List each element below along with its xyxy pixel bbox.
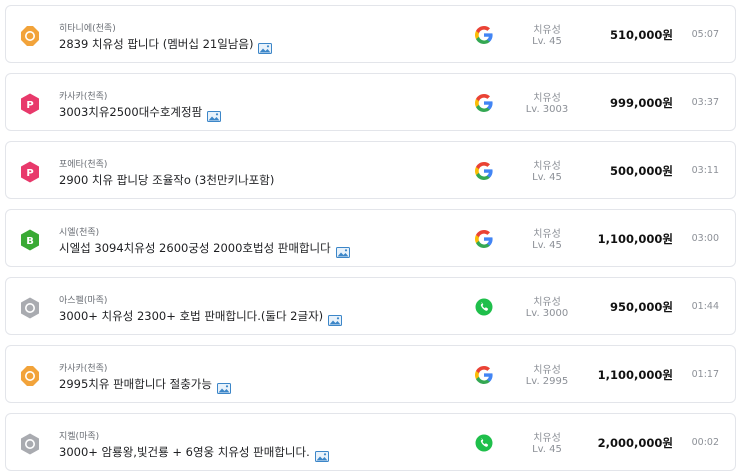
gray-hexagon-badge-icon xyxy=(20,297,40,319)
listing-title-row: 2900 치유 팝니당 조율작o (3천만키나포함) xyxy=(59,172,274,188)
listing-price: 2,000,000원 xyxy=(597,436,673,450)
character-job: 치유성 xyxy=(533,161,561,172)
character-job: 치유성 xyxy=(533,433,561,444)
character-job: 치유성 xyxy=(533,297,561,308)
listing-title[interactable]: 3000+ 치유성 2300+ 호법 판매합니다.(둘다 2글자) xyxy=(59,308,323,324)
character-level: Lv. 2995 xyxy=(525,376,569,387)
listing-title-row: 3000+ 암룡왕,빛건룡 + 6영웅 치유성 판매합니다. xyxy=(59,444,329,462)
gold-octagon-badge-icon xyxy=(20,365,40,387)
google-icon xyxy=(475,94,493,112)
server-name: 아스펠(마족) xyxy=(59,296,108,306)
gray-hexagon-badge-icon xyxy=(20,433,40,455)
image-attached-icon xyxy=(328,311,343,326)
listing-title-row: 2995치유 판매합니다 절충가능 xyxy=(59,376,231,394)
listing-list: 히타니에(천족) 2839 치유성 팝니다 (멤버십 21일남음) 치유성 Lv… xyxy=(0,0,743,476)
listing-time: 01:17 xyxy=(691,369,719,380)
listing-card-2[interactable]: P 카사카(천족) 3003치유2500대수호계정팜 치유성 Lv. 3003 … xyxy=(5,73,736,131)
character-job: 치유성 xyxy=(533,365,561,376)
google-icon xyxy=(475,366,493,384)
server-name: 포에타(천족) xyxy=(59,160,108,170)
character-level: Lv. 3000 xyxy=(525,308,569,319)
listing-price: 500,000원 xyxy=(610,164,673,178)
image-attached-icon xyxy=(216,379,231,394)
svg-text:B: B xyxy=(26,236,34,247)
svg-text:P: P xyxy=(26,168,33,179)
listing-title[interactable]: 2995치유 판매합니다 절충가능 xyxy=(59,376,212,392)
listing-card-4[interactable]: B 시엘(천족) 시엘섭 3094치유성 2600궁성 2000호법성 판매합니… xyxy=(5,209,736,267)
character-job: 치유성 xyxy=(533,229,561,240)
listing-title-row: 시엘섭 3094치유성 2600궁성 2000호법성 판매합니다 xyxy=(59,240,350,258)
listing-title[interactable]: 2900 치유 팝니당 조율작o (3천만키나포함) xyxy=(59,172,274,188)
gold-octagon-badge-icon xyxy=(20,25,40,47)
listing-card-7[interactable]: 지켈(마족) 3000+ 암룡왕,빛건룡 + 6영웅 치유성 판매합니다. 치유… xyxy=(5,413,736,471)
character-job: 치유성 xyxy=(533,93,561,104)
listing-price: 999,000원 xyxy=(610,96,673,110)
listing-card-1[interactable]: 히타니에(천족) 2839 치유성 팝니다 (멤버십 21일남음) 치유성 Lv… xyxy=(5,5,736,63)
listing-price: 1,100,000원 xyxy=(597,232,673,246)
image-attached-icon xyxy=(314,447,329,462)
listing-time: 03:37 xyxy=(691,97,719,108)
listing-title[interactable]: 3003치유2500대수호계정팜 xyxy=(59,104,202,120)
listing-title[interactable]: 3000+ 암룡왕,빛건룡 + 6영웅 치유성 판매합니다. xyxy=(59,444,310,460)
character-level: Lv. 45 xyxy=(532,36,562,47)
listing-time: 03:00 xyxy=(691,233,719,244)
listing-title-row: 2839 치유성 팝니다 (멤버십 21일남음) xyxy=(59,36,273,54)
character-level: Lv. 45 xyxy=(532,172,562,183)
server-name: 히타니에(천족) xyxy=(59,24,116,34)
listing-card-3[interactable]: P 포에타(천족) 2900 치유 팝니당 조율작o (3천만키나포함) 치유성… xyxy=(5,141,736,199)
listing-time: 05:07 xyxy=(691,29,719,40)
listing-price: 950,000원 xyxy=(610,300,673,314)
character-level: Lv. 45 xyxy=(532,240,562,251)
google-icon xyxy=(475,162,493,180)
listing-title[interactable]: 2839 치유성 팝니다 (멤버십 21일남음) xyxy=(59,36,253,52)
pink-hexagon-p-badge-icon: P xyxy=(20,161,40,183)
character-level: Lv. 45 xyxy=(532,444,562,455)
image-attached-icon xyxy=(207,107,222,122)
listing-title-row: 3003치유2500대수호계정팜 xyxy=(59,104,222,122)
character-level: Lv. 3003 xyxy=(525,104,569,115)
character-job: 치유성 xyxy=(533,25,561,36)
server-name: 지켈(마족) xyxy=(59,432,100,442)
google-icon xyxy=(475,26,493,44)
phone-icon xyxy=(475,434,493,452)
image-attached-icon xyxy=(335,243,350,258)
server-name: 카사카(천족) xyxy=(59,364,108,374)
server-name: 카사카(천족) xyxy=(59,92,108,102)
listing-time: 01:44 xyxy=(691,301,719,312)
phone-icon xyxy=(475,298,493,316)
google-icon xyxy=(475,230,493,248)
listing-card-5[interactable]: 아스펠(마족) 3000+ 치유성 2300+ 호법 판매합니다.(둘다 2글자… xyxy=(5,277,736,335)
listing-title-row: 3000+ 치유성 2300+ 호법 판매합니다.(둘다 2글자) xyxy=(59,308,343,326)
listing-price: 510,000원 xyxy=(610,28,673,42)
image-attached-icon xyxy=(258,39,273,54)
listing-price: 1,100,000원 xyxy=(597,368,673,382)
pink-hexagon-p-badge-icon: P xyxy=(20,93,40,115)
listing-card-6[interactable]: 카사카(천족) 2995치유 판매합니다 절충가능 치유성 Lv. 2995 1… xyxy=(5,345,736,403)
svg-text:P: P xyxy=(26,100,33,111)
listing-time: 03:11 xyxy=(691,165,719,176)
green-hexagon-b-badge-icon: B xyxy=(20,229,40,251)
server-name: 시엘(천족) xyxy=(59,228,100,238)
listing-title[interactable]: 시엘섭 3094치유성 2600궁성 2000호법성 판매합니다 xyxy=(59,240,331,256)
listing-time: 00:02 xyxy=(691,437,719,448)
